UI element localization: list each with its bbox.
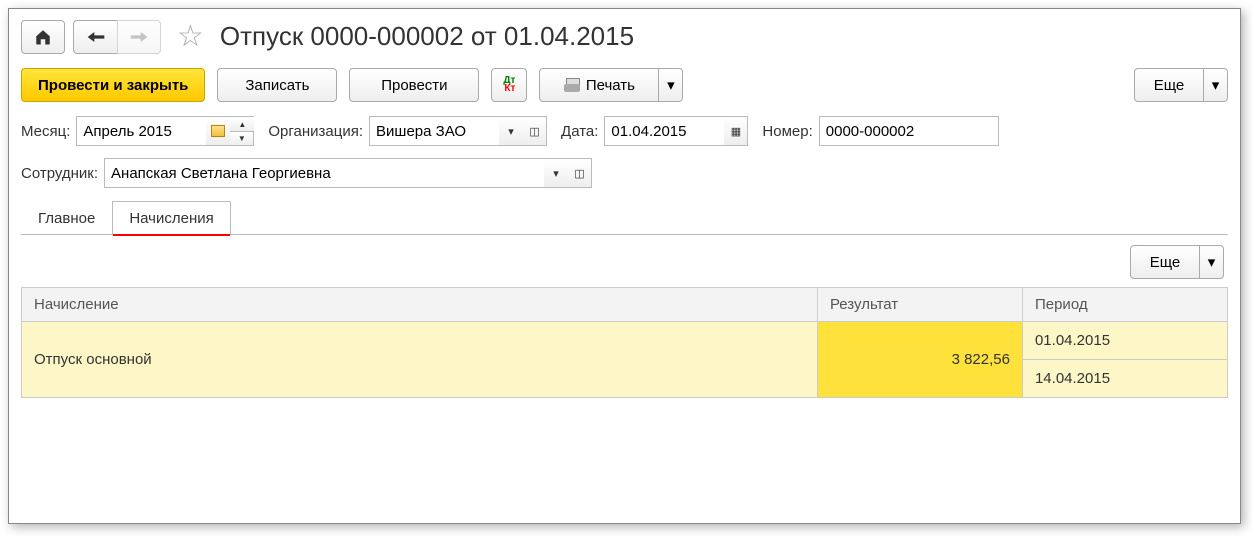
save-button[interactable]: Записать — [217, 68, 337, 102]
chevron-up-icon: ▲ — [238, 120, 246, 129]
org-label: Организация: — [268, 123, 363, 140]
cell-accrual-name[interactable]: Отпуск основной — [22, 322, 818, 398]
date-calendar-button[interactable]: ▦ — [724, 116, 748, 146]
tab-main[interactable]: Главное — [21, 201, 112, 235]
dtkt-icon: ДтКт — [503, 77, 515, 93]
employee-label: Сотрудник: — [21, 165, 98, 182]
calendar-icon — [211, 125, 225, 137]
org-input[interactable] — [369, 116, 499, 146]
open-icon: ◫ — [574, 167, 584, 180]
toolbar-more-button[interactable]: Еще — [1134, 68, 1204, 102]
month-calendar-button[interactable] — [206, 116, 230, 146]
number-label: Номер: — [762, 123, 812, 140]
employee-input[interactable] — [104, 158, 544, 188]
tab-accruals[interactable]: Начисления — [112, 201, 230, 235]
chevron-down-icon: ▾ — [667, 76, 675, 94]
month-label: Месяц: — [21, 123, 70, 140]
dtkt-button[interactable]: ДтКт — [491, 68, 527, 102]
chevron-down-icon: ▾ — [1212, 76, 1220, 94]
arrow-left-icon — [86, 30, 106, 44]
post-and-close-button[interactable]: Провести и закрыть — [21, 68, 205, 102]
chevron-down-icon: ▾ — [553, 167, 559, 180]
chevron-down-icon: ▾ — [508, 125, 514, 138]
print-dropdown-button[interactable]: ▾ — [659, 68, 683, 102]
col-period: Период — [1022, 288, 1227, 322]
home-button[interactable] — [21, 20, 65, 54]
cell-period-to[interactable]: 14.04.2015 — [1022, 360, 1227, 398]
home-icon — [34, 28, 52, 46]
favorite-star-icon[interactable]: ☆ — [177, 19, 204, 54]
arrow-right-icon — [129, 30, 149, 44]
employee-dropdown-button[interactable]: ▾ — [544, 158, 568, 188]
number-input[interactable] — [819, 116, 999, 146]
chevron-down-icon: ▾ — [1208, 253, 1216, 271]
accruals-table: Начисление Результат Период Отпуск основ… — [21, 287, 1228, 398]
month-down-button[interactable]: ▼ — [230, 131, 254, 146]
open-icon: ◫ — [529, 125, 539, 138]
back-button[interactable] — [73, 20, 117, 54]
col-accrual: Начисление — [22, 288, 818, 322]
cell-result[interactable]: 3 822,56 — [817, 322, 1022, 398]
table-row[interactable]: Отпуск основной 3 822,56 01.04.2015 — [22, 322, 1228, 360]
org-dropdown-button[interactable]: ▾ — [499, 116, 523, 146]
month-input[interactable] — [76, 116, 206, 146]
date-label: Дата: — [561, 123, 598, 140]
print-button[interactable]: Печать — [539, 68, 659, 102]
print-label: Печать — [586, 77, 635, 94]
cell-period-from[interactable]: 01.04.2015 — [1022, 322, 1227, 360]
toolbar-more-dropdown[interactable]: ▾ — [1204, 68, 1228, 102]
calendar-icon: ▦ — [731, 125, 741, 138]
chevron-down-icon: ▼ — [238, 134, 246, 143]
date-input[interactable] — [604, 116, 724, 146]
month-up-button[interactable]: ▲ — [230, 116, 254, 131]
table-more-button[interactable]: Еще — [1130, 245, 1200, 279]
org-open-button[interactable]: ◫ — [523, 116, 547, 146]
printer-icon — [564, 78, 580, 92]
employee-open-button[interactable]: ◫ — [568, 158, 592, 188]
table-more-dropdown[interactable]: ▾ — [1200, 245, 1224, 279]
page-title: Отпуск 0000-000002 от 01.04.2015 — [220, 21, 634, 52]
post-button[interactable]: Провести — [349, 68, 479, 102]
forward-button[interactable] — [117, 20, 161, 54]
col-result: Результат — [817, 288, 1022, 322]
